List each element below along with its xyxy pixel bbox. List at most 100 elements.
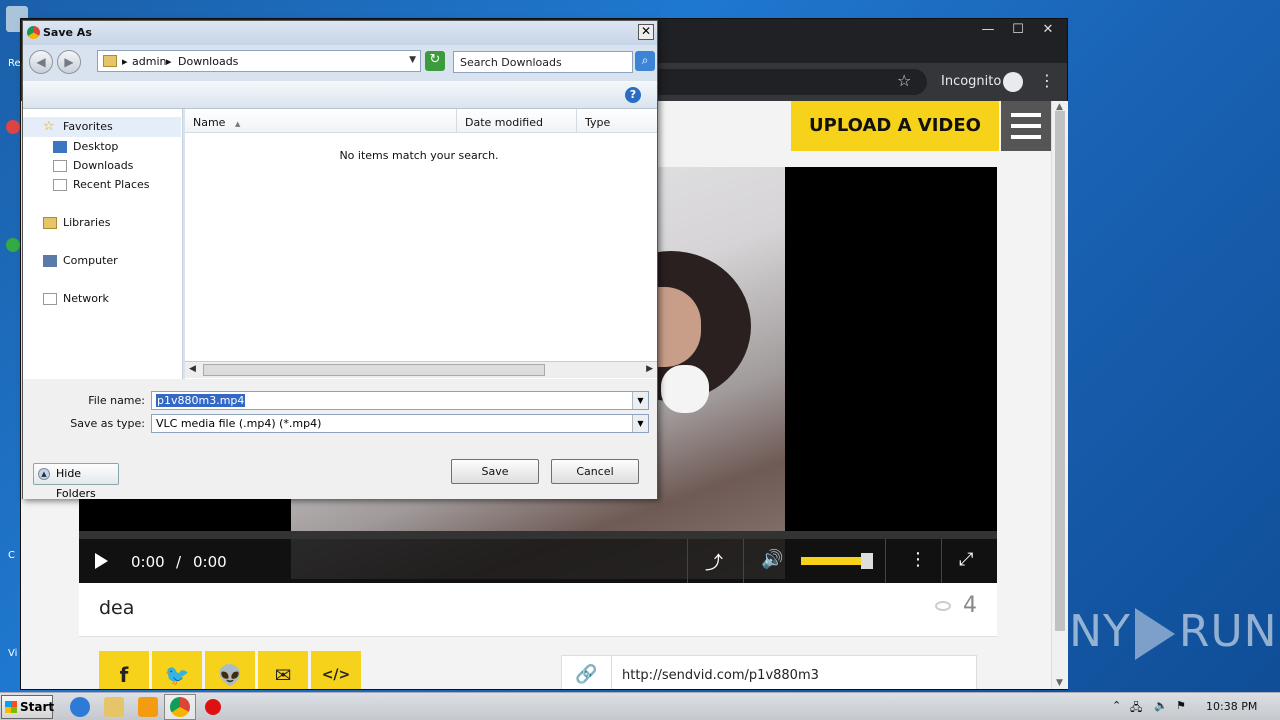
volume-icon[interactable]: 🔊 xyxy=(761,549,783,570)
forward-arrow-icon[interactable]: ▶ xyxy=(57,50,81,74)
column-date-modified[interactable]: Date modified xyxy=(457,109,577,133)
fullscreen-icon[interactable]: ⤢ xyxy=(959,549,973,570)
facebook-icon[interactable]: f xyxy=(99,651,149,689)
duration: 0:00 xyxy=(193,553,227,571)
hide-folders-button[interactable]: ▲ Hide Folders xyxy=(33,463,119,500)
play-logo-icon xyxy=(1134,608,1175,660)
scroll-thumb[interactable] xyxy=(1055,111,1065,631)
share-link-box[interactable]: 🔗 http://sendvid.com/p1v880m3 xyxy=(561,655,977,689)
chevron-down-icon[interactable]: ▼ xyxy=(632,392,648,409)
start-button[interactable]: Start xyxy=(1,695,54,719)
file-name-field[interactable]: p1v880m3.mp4 ▼ xyxy=(151,391,649,410)
location-bar[interactable]: ▸ admin ▸ Downloads ▼ xyxy=(97,50,421,72)
nav-desktop[interactable]: Desktop xyxy=(53,140,118,153)
column-name-label: Name xyxy=(193,116,226,129)
view-count: 4 xyxy=(963,593,977,618)
nav-recent-places[interactable]: Recent Places xyxy=(53,178,150,191)
breadcrumb-admin[interactable]: admin xyxy=(132,55,166,68)
seek-bar[interactable] xyxy=(79,531,997,539)
reddit-icon[interactable]: 👽 xyxy=(205,651,255,689)
minimize-button[interactable]: — xyxy=(973,21,1003,41)
desktop-app-icon[interactable] xyxy=(6,120,20,134)
breadcrumb-downloads[interactable]: Downloads xyxy=(178,55,238,68)
bookmark-star-icon[interactable]: ☆ xyxy=(897,71,911,90)
email-icon[interactable]: ✉ xyxy=(258,651,308,689)
nav-desktop-label: Desktop xyxy=(73,140,119,153)
play-icon[interactable] xyxy=(95,553,108,569)
scroll-right-icon[interactable]: ▶ xyxy=(646,364,653,374)
watermark-right-text: RUN xyxy=(1178,606,1278,657)
media-player-icon[interactable] xyxy=(138,697,158,717)
save-type-value: VLC media file (.mp4) (*.mp4) xyxy=(156,417,322,430)
navigation-pane: ☆ Favorites Desktop Downloads Recent Pla… xyxy=(23,109,183,379)
hide-folders-label: Hide Folders xyxy=(56,467,96,500)
volume-handle[interactable] xyxy=(861,553,873,569)
address-bar[interactable] xyxy=(641,69,927,95)
action-center-flag-icon[interactable]: ⚑ xyxy=(1176,699,1186,712)
network-icon[interactable]: 🖧 xyxy=(1130,699,1142,718)
save-button[interactable]: Save xyxy=(451,459,539,484)
nav-libraries[interactable]: Libraries xyxy=(43,216,111,229)
save-type-select[interactable]: VLC media file (.mp4) (*.mp4) ▼ xyxy=(151,414,649,433)
stop-icon[interactable] xyxy=(205,699,221,715)
incognito-icon[interactable] xyxy=(1003,72,1023,92)
chrome-icon[interactable] xyxy=(170,697,190,717)
scroll-left-icon[interactable]: ◀ xyxy=(189,364,196,374)
eye-icon xyxy=(935,601,951,611)
desktop-app-icon[interactable] xyxy=(6,238,20,252)
sort-ascending-icon: ▲ xyxy=(234,120,241,128)
incognito-label: Incognito xyxy=(941,74,1002,89)
windows-logo-icon xyxy=(5,701,17,713)
column-type[interactable]: Type xyxy=(577,109,657,133)
search-input[interactable]: Search Downloads xyxy=(453,51,633,73)
taskbar: Start ⌃ 🖧 🔈 ⚑ 10:38 PM xyxy=(0,692,1280,720)
dialog-navigation: ◀ ▶ ▸ admin ▸ Downloads ▼ ↻ Search Downl… xyxy=(23,45,657,75)
search-icon[interactable]: ⌕ xyxy=(635,51,655,71)
nav-computer[interactable]: Computer xyxy=(43,254,118,267)
column-name[interactable]: Name ▲ xyxy=(185,109,457,133)
player-controls: 0:00 / 0:00 ⤴ 🔊 ⋮ ⤢ xyxy=(79,539,997,583)
horizontal-scrollbar[interactable]: ◀ ▶ xyxy=(185,361,657,378)
nav-favorites[interactable]: ☆ Favorites xyxy=(43,118,113,134)
close-button[interactable]: ✕ xyxy=(1033,21,1063,41)
back-arrow-icon[interactable]: ◀ xyxy=(29,50,53,74)
chevron-down-icon[interactable]: ▼ xyxy=(409,55,416,65)
browser-menu-icon[interactable]: ⋮ xyxy=(1039,71,1055,90)
volume-slider[interactable] xyxy=(801,557,862,565)
refresh-icon[interactable]: ↻ xyxy=(425,51,445,71)
dialog-title: Save As xyxy=(43,26,92,39)
star-icon: ☆ xyxy=(43,118,55,134)
share-buttons: f 🐦 👽 ✉ </> xyxy=(99,651,361,689)
scroll-down-icon[interactable]: ▼ xyxy=(1056,678,1063,688)
nav-network-label: Network xyxy=(63,292,109,305)
save-type-label: Save as type: xyxy=(70,417,145,430)
maximize-button[interactable]: ☐ xyxy=(1003,21,1033,41)
show-hidden-icons-icon[interactable]: ⌃ xyxy=(1112,699,1121,712)
downloads-folder-icon xyxy=(53,159,67,172)
more-options-icon[interactable]: ⋮ xyxy=(909,549,927,570)
hamburger-menu-icon[interactable] xyxy=(1001,101,1051,151)
clock[interactable]: 10:38 PM xyxy=(1206,700,1257,713)
page-scrollbar[interactable]: ▲ ▼ xyxy=(1051,101,1068,689)
file-explorer-icon[interactable] xyxy=(104,697,124,717)
embed-icon[interactable]: </> xyxy=(311,651,361,689)
chevron-down-icon[interactable]: ▼ xyxy=(632,415,648,432)
nav-computer-label: Computer xyxy=(63,254,118,267)
share-link[interactable]: http://sendvid.com/p1v880m3 xyxy=(622,668,819,683)
scroll-thumb[interactable] xyxy=(203,364,545,376)
dialog-title-bar: Save As ✕ xyxy=(23,21,657,45)
cancel-button[interactable]: Cancel xyxy=(551,459,639,484)
nav-downloads[interactable]: Downloads xyxy=(53,159,133,172)
nav-network[interactable]: Network xyxy=(43,292,109,305)
share-icon[interactable]: ⤴ xyxy=(705,549,723,575)
twitter-icon[interactable]: 🐦 xyxy=(152,651,202,689)
internet-explorer-icon[interactable] xyxy=(70,697,90,717)
link-icon: 🔗 xyxy=(562,656,612,689)
upload-video-button[interactable]: UPLOAD A VIDEO xyxy=(791,101,999,151)
dialog-close-button[interactable]: ✕ xyxy=(638,24,654,40)
volume-icon[interactable]: 🔈 xyxy=(1154,699,1168,712)
chrome-icon xyxy=(27,26,40,39)
recent-places-icon xyxy=(53,178,67,191)
help-icon[interactable]: ? xyxy=(625,87,641,103)
nav-libraries-label: Libraries xyxy=(63,216,111,229)
